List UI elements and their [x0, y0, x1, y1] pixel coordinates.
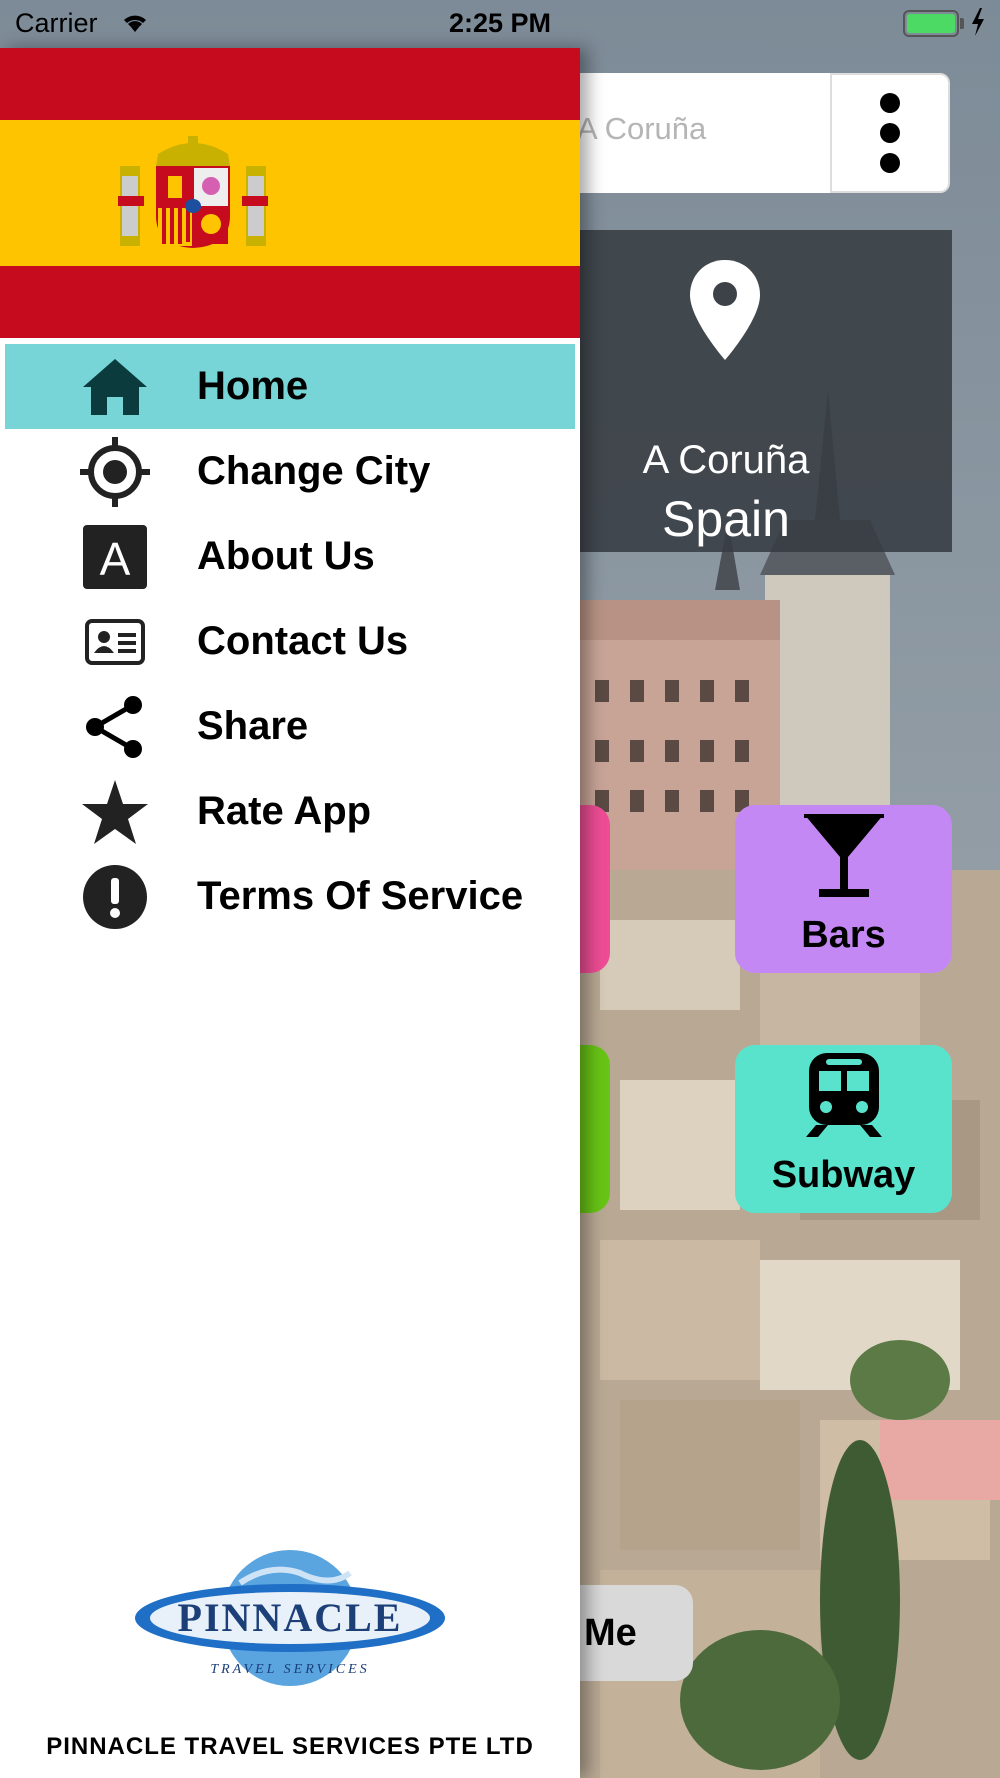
- home-icon: [80, 352, 150, 422]
- menu-item-label: Change City: [197, 449, 431, 493]
- battery-tip: [960, 18, 964, 29]
- charging-icon: [970, 8, 986, 43]
- battery-icon: [903, 10, 959, 37]
- pinnacle-logo: PINNACLE TRAVEL SERVICES: [130, 1543, 450, 1693]
- subway-tile[interactable]: Subway: [735, 1045, 952, 1213]
- logo-subtext: TRAVEL SERVICES: [210, 1662, 369, 1677]
- company-name: PINNACLE TRAVEL SERVICES PTE LTD: [46, 1733, 534, 1760]
- bars-label: Bars: [801, 914, 886, 956]
- city-name: A Coruña: [642, 438, 810, 482]
- drawer-menu: Home Change City A About Us Contact Us S…: [0, 344, 580, 939]
- menu-item-rate-app[interactable]: Rate App: [5, 769, 575, 854]
- star-icon: [80, 777, 150, 847]
- menu-item-label: Share: [197, 704, 309, 748]
- status-bar: Carrier 2:25 PM: [0, 0, 1000, 48]
- dot-icon: [880, 93, 900, 113]
- flag-stripe: [0, 48, 580, 120]
- letter-a-icon: A: [80, 522, 150, 592]
- logo-text: PINNACLE: [178, 1595, 403, 1640]
- exclamation-icon: [80, 862, 150, 932]
- crosshair-icon: [80, 436, 150, 507]
- dot-icon: [880, 123, 900, 143]
- menu-item-terms-of-service[interactable]: Terms Of Service: [5, 854, 575, 939]
- bars-tile[interactable]: Bars: [735, 805, 952, 973]
- subway-icon: [735, 1049, 952, 1139]
- menu-item-contact-us[interactable]: Contact Us: [5, 599, 575, 684]
- flag-stripe: [0, 266, 580, 338]
- menu-item-label: About Us: [197, 534, 375, 578]
- menu-item-share[interactable]: Share: [5, 684, 575, 769]
- menu-item-home[interactable]: Home: [5, 344, 575, 429]
- clock: 2:25 PM: [448, 8, 552, 38]
- map-pin-icon: [690, 260, 760, 365]
- contact-card-icon: [80, 607, 150, 677]
- coat-of-arms-icon: [118, 136, 268, 255]
- country-name: Spain: [662, 491, 790, 547]
- more-options-button[interactable]: [830, 73, 950, 193]
- location-card: A Coruña Spain: [520, 230, 952, 552]
- dot-icon: [880, 153, 900, 173]
- city-search-input[interactable]: [577, 111, 817, 147]
- share-icon: [80, 692, 150, 762]
- spain-flag-header: [0, 48, 580, 338]
- menu-item-label: Contact Us: [197, 619, 409, 663]
- menu-item-label: Terms Of Service: [197, 874, 524, 918]
- menu-item-about-us[interactable]: A About Us: [5, 514, 575, 599]
- flag-stripe: [0, 120, 580, 266]
- subway-label: Subway: [771, 1154, 916, 1196]
- me-label: Me: [584, 1611, 637, 1654]
- menu-item-label: Rate App: [197, 789, 372, 833]
- menu-item-label: Home: [197, 364, 309, 408]
- navigation-drawer: Home Change City A About Us Contact Us S…: [0, 48, 580, 1778]
- cocktail-icon: [735, 809, 952, 899]
- menu-item-change-city[interactable]: Change City: [5, 429, 575, 514]
- svg-text:A: A: [100, 533, 131, 585]
